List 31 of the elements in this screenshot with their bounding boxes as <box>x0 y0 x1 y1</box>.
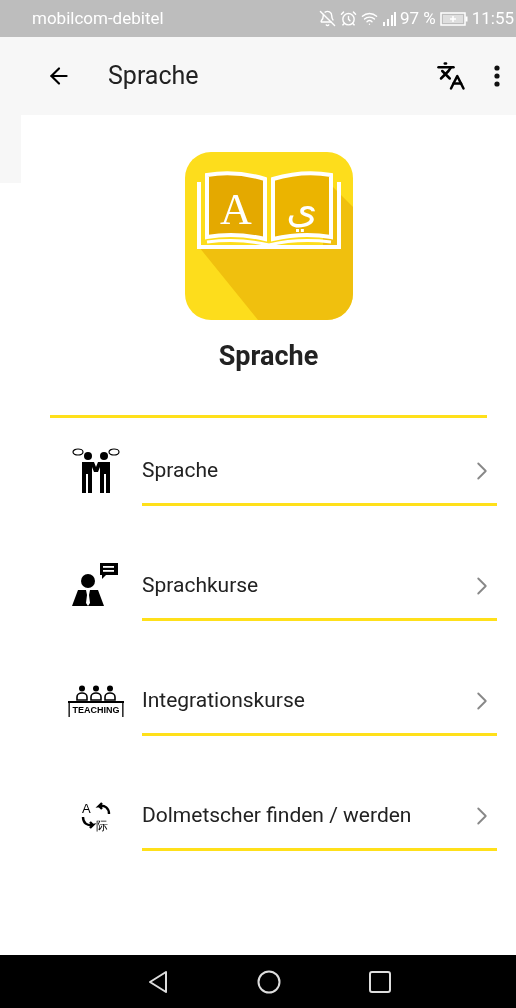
teaching-label: TEACHING <box>72 704 120 715</box>
back-nav-icon[interactable] <box>146 969 169 994</box>
section-title: Sprache <box>218 339 319 374</box>
latin-letter: A <box>219 185 252 234</box>
recents-nav-icon[interactable] <box>368 970 391 993</box>
cjk-character: 际 <box>96 818 108 833</box>
handshake-icon <box>70 447 122 494</box>
menu-item[interactable]: A 际 Dolmetscher finden / werden <box>50 792 497 839</box>
desk-top <box>68 700 124 703</box>
menu-item[interactable]: Sprachkurse <box>50 562 497 609</box>
letter-a: A <box>82 800 91 816</box>
home-nav-icon[interactable] <box>256 969 281 994</box>
more-icon <box>494 65 500 87</box>
app-bar-title: Sprache <box>108 60 199 93</box>
arabic-letter: ي <box>285 185 318 231</box>
students-drawing <box>76 685 116 701</box>
menu-item[interactable]: TEACHING Integrationskurse <box>50 677 497 724</box>
translate-button[interactable] <box>436 61 466 91</box>
battery-icon <box>439 11 468 26</box>
wifi-icon <box>360 10 378 27</box>
signal-icon <box>381 11 396 26</box>
mute-icon <box>318 10 336 27</box>
alarm-icon <box>339 10 357 27</box>
arrow-icon <box>81 815 95 829</box>
arrow-icon <box>97 801 111 815</box>
carrier-name: mobilcom-debitel <box>32 6 164 30</box>
translate-icon <box>436 61 466 91</box>
menu-item[interactable]: Sprache <box>50 447 497 494</box>
clock-time: 11:55 <box>471 6 514 30</box>
more-options-button[interactable] <box>494 65 500 87</box>
battery-percent: 97 % <box>399 6 436 30</box>
